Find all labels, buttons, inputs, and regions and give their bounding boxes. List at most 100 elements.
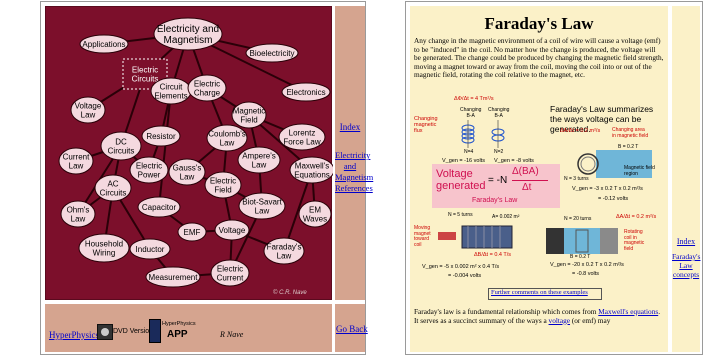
concept-node[interactable]: Biot-SavartLaw (238, 192, 286, 220)
app-label: APP (167, 329, 188, 340)
concept-node-label: Equations (294, 170, 330, 179)
changing-area-diagram: ΔA/Δt = 0.2 m²/s Changing area in magnet… (560, 127, 666, 208)
concept-node-label: Ampere's (242, 151, 276, 160)
concept-node-label: Force Law (283, 137, 321, 146)
rotating-coil-drawing-2 (546, 228, 618, 254)
concept-map: Electricity and Magnetism Applications Bioe… (45, 6, 333, 300)
left-panel: Electricity and Magnetism Applications Bioe… (40, 1, 373, 355)
concept-node[interactable]: ElectricPower (129, 156, 169, 184)
index-link[interactable]: Index (335, 122, 365, 133)
further-comments-link[interactable]: Further comments on these examples (491, 289, 588, 296)
concept-node[interactable]: Faraday'sLaw (263, 237, 305, 265)
concept-node[interactable]: ElectricCharge (187, 74, 227, 102)
concept-node[interactable]: Applications (79, 34, 129, 54)
concept-node-label: Capacitor (142, 203, 177, 212)
concept-node-label: Biot-Savart (242, 197, 282, 206)
concept-node[interactable]: Inductor (129, 238, 171, 260)
concept-node-label: Coulomb's (208, 129, 246, 138)
bottom-paragraph: Faraday's law is a fundamental relations… (414, 307, 664, 325)
concept-node-label: Current (63, 152, 90, 161)
concept-node-label: Circuits (100, 188, 127, 197)
concept-node[interactable]: VoltageLaw (70, 96, 106, 124)
formula-numerator: Δ(BA) (512, 166, 539, 177)
concept-node-label: Voltage (219, 226, 246, 235)
concept-node[interactable]: LorentzForce Law (278, 123, 326, 151)
concept-node-label: Elements (154, 91, 187, 100)
hyperphysics-link[interactable]: HyperPhysics (49, 330, 99, 340)
concept-node-label: Voltage (75, 101, 102, 110)
concept-node[interactable]: Capacitor (137, 196, 181, 218)
concept-node[interactable]: MagneticField (231, 101, 267, 129)
copyright-label: © C.R. Nave (273, 290, 307, 296)
concept-node-label: Faraday's (267, 242, 302, 251)
concept-node-label: Circuit (160, 82, 183, 91)
concept-node[interactable]: DCCircuits (100, 131, 142, 161)
formula-denominator: Δt (522, 182, 532, 193)
concept-node[interactable]: Ohm'sLaw (60, 200, 96, 228)
faraday-formula: Voltage generated = -N Δ(BA) Δt Faraday'… (432, 164, 560, 208)
concept-node-label: Wiring (93, 248, 116, 257)
concept-node-label: Law (71, 214, 86, 223)
concept-node-label: Waves (303, 214, 327, 223)
concept-node[interactable]: Ampere'sLaw (237, 146, 281, 174)
concept-node[interactable]: Maxwell'sEquations (289, 156, 333, 184)
concept-node-label: Measurement (149, 273, 199, 282)
concept-node[interactable]: ACCircuits (94, 174, 132, 202)
go-back-cell: Go Back (335, 304, 368, 352)
concept-node[interactable]: Electronics (281, 82, 331, 102)
vgen4b-label: = -0.004 volts (448, 273, 482, 279)
dvd-icon[interactable] (97, 324, 113, 340)
concept-node[interactable]: EMF (177, 222, 207, 242)
formula-left: Voltage generated (436, 168, 486, 192)
concept-node[interactable]: Electricity andMagnetism (153, 17, 223, 51)
concept-node[interactable]: Measurement (145, 266, 201, 288)
em-references-link[interactable]: Electricity and Magnetism References (335, 150, 373, 194)
left-footer: HyperPhysics DVD Version HyperPhysics AP… (45, 304, 332, 352)
right-side-column: Index Faraday's Law concepts (672, 6, 700, 352)
concept-node-label: Gauss's (173, 163, 202, 172)
concept-node[interactable]: Coulomb'sLaw (206, 124, 248, 152)
concept-node-label: Electronics (286, 88, 325, 97)
n3-label: N = 3 turns (564, 176, 589, 182)
faraday-index-link[interactable]: Index (672, 236, 700, 247)
concept-node[interactable]: Gauss'sLaw (168, 158, 206, 186)
concept-node[interactable]: Voltage (214, 219, 250, 241)
concept-node-label: Law (220, 138, 235, 147)
concept-node-label: Lorentz (289, 128, 316, 137)
concept-node[interactable]: CircuitElements (150, 77, 192, 105)
n4-label: N=4 (464, 149, 474, 155)
further-comments-box: Further comments on these examples (488, 288, 602, 300)
concept-node-label: Law (180, 172, 195, 181)
mag-region-label: Magnetic field region (624, 165, 655, 177)
voltage-link[interactable]: voltage (549, 316, 570, 325)
b2-label: B = 0.2 T (570, 254, 591, 260)
n2-label: N=2 (494, 149, 504, 155)
concept-node-label: Applications (82, 40, 125, 49)
author-label: R Nave (220, 330, 244, 339)
faraday-concepts-link[interactable]: Faraday's Law concepts (672, 252, 700, 279)
concept-node[interactable]: HouseholdWiring (78, 233, 130, 263)
app-icon[interactable] (149, 319, 161, 343)
concept-node[interactable]: ElectricCurrent (210, 259, 250, 287)
concept-node-label: Electric (136, 161, 162, 170)
concept-node[interactable]: Bioelectricity (245, 43, 299, 63)
concept-node[interactable]: ElectricField (204, 171, 242, 199)
concept-node-label: Law (252, 160, 267, 169)
concept-node-label: Power (138, 170, 161, 179)
go-back-link[interactable]: Go Back (336, 324, 368, 334)
app-label-top: HyperPhysics (162, 321, 196, 327)
vgen5b-label: = -0.8 volts (572, 271, 600, 277)
concept-node-label: Inductor (136, 245, 165, 254)
intro-paragraph: Any change in the magnetic environment o… (414, 36, 664, 80)
concept-node-label: EM (309, 205, 321, 214)
concept-map-graph: Electricity andMagnetism Applications Bioe… (58, 17, 333, 288)
concept-node-label: AC (107, 179, 118, 188)
concept-node[interactable]: CurrentLaw (58, 147, 94, 175)
concept-node[interactable]: EMWaves (298, 200, 332, 228)
concept-node[interactable]: Resistor (141, 125, 181, 147)
concept-node-label: Law (255, 206, 270, 215)
dvd-label: DVD Version (113, 328, 154, 335)
concept-node-label: Field (214, 185, 231, 194)
concept-link (158, 90, 172, 208)
left-side-column: Index Electricity and Magnetism Referenc… (335, 6, 373, 300)
